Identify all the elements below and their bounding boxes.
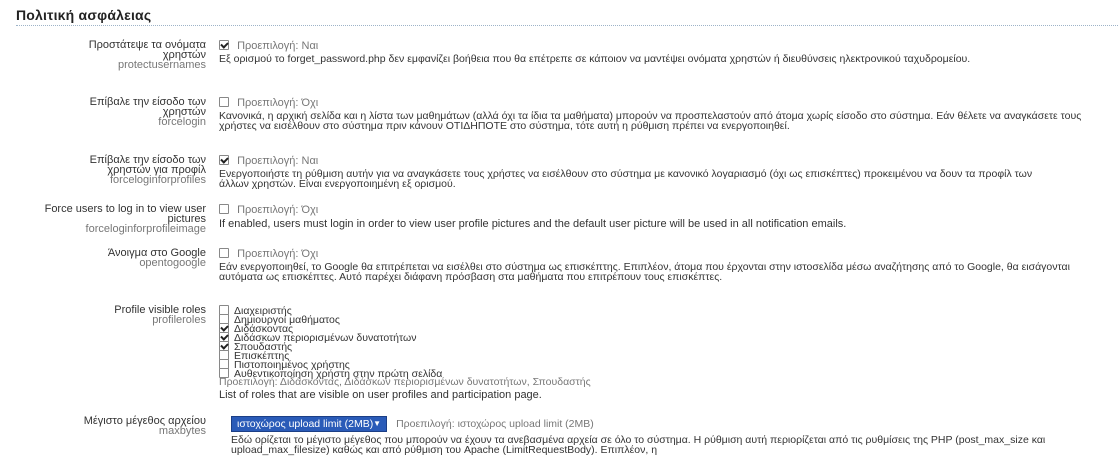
setting-title: Force users to log in to view user pictu… <box>44 203 206 225</box>
default-value: Προεπιλογή: Όχι <box>237 248 319 260</box>
default-value: Προεπιλογή: Όχι <box>237 97 319 109</box>
setting-label: Profile visible roles profileroles <box>0 305 206 326</box>
setting-label: Μέγιστο μέγεθος αρχείου maxbytes <box>0 416 206 437</box>
setting-system-name: opentogoogle <box>139 257 206 269</box>
setting-description: List of roles that are visible on user p… <box>219 389 542 401</box>
role-option[interactable]: Επισκέπτης <box>219 350 1112 361</box>
setting-description: If enabled, users must login in order to… <box>219 218 847 230</box>
setting-label: Επίβαλε την είσοδο των χρηστών για προφί… <box>0 154 206 186</box>
setting-label: Προστάτεψε τα ονόματα χρηστών protectuse… <box>0 39 206 71</box>
setting-system-name: forcelogin <box>158 116 206 128</box>
dropdown-arrow-icon: ▼ <box>373 419 381 428</box>
role-option[interactable]: Διδάσκων περιορισμένων δυνατοτήτων <box>219 332 1112 343</box>
forceloginforprofileimage-checkbox[interactable] <box>219 204 229 214</box>
role-option[interactable]: Δημιουργοί μαθήματος <box>219 314 1112 325</box>
default-value: Προεπιλογή: Διδάσκοντας, Διδάσκων περιορ… <box>219 376 591 388</box>
role-checkbox[interactable] <box>219 368 229 378</box>
default-value: Προεπιλογή: Ναι <box>237 40 319 52</box>
setting-system-name: maxbytes <box>158 425 206 437</box>
setting-description: Εδώ ορίζεται το μέγιστο μέγεθος που μπορ… <box>231 434 1046 456</box>
default-value: Προεπιλογή: Ναι <box>237 155 319 167</box>
setting-description: Ενεργοποιήστε τη ρύθμιση αυτήν για να αν… <box>219 168 1033 190</box>
setting-title: Προστάτεψε τα ονόματα χρηστών <box>88 39 206 61</box>
setting-description: Εξ ορισμού το forget_password.php δεν εμ… <box>219 53 971 65</box>
role-option[interactable]: Πιστοποιημένος χρήστης <box>219 359 1112 370</box>
forceloginforprofiles-checkbox[interactable] <box>219 155 229 165</box>
forcelogin-checkbox[interactable] <box>219 97 229 107</box>
title-divider <box>16 25 1118 26</box>
maxbytes-select[interactable]: ιστοχώρος upload limit (2MB) ▼ <box>231 416 387 432</box>
selected-value: ιστοχώρος upload limit (2MB) <box>237 418 374 430</box>
default-value: Προεπιλογή: Όχι <box>237 204 319 216</box>
page-title: Πολιτική ασφάλειας <box>16 7 152 23</box>
setting-label: Άνοιγμα στο Google opentogoogle <box>0 248 206 269</box>
setting-description: Εάν ενεργοποιηθεί, το Google θα επιτρέπε… <box>219 261 1070 283</box>
role-option[interactable]: Διαχειριστής <box>219 305 1112 316</box>
setting-system-name: protectusernames <box>117 59 206 71</box>
setting-label: Επίβαλε την είσοδο των χρηστών forcelogi… <box>0 96 206 128</box>
role-option[interactable]: Διδάσκοντας <box>219 323 1112 334</box>
setting-label: Force users to log in to view user pictu… <box>0 203 206 235</box>
setting-description: Κανονικά, η αρχική σελίδα και η λίστα τω… <box>219 110 1082 132</box>
setting-system-name: forceloginforprofileimage <box>85 223 206 235</box>
setting-system-name: forceloginforprofiles <box>110 174 206 186</box>
opentogoogle-checkbox[interactable] <box>219 248 229 258</box>
setting-title: Επίβαλε την είσοδο των χρηστών <box>89 96 206 118</box>
setting-title: Επίβαλε την είσοδο των χρηστών για προφί… <box>89 154 206 176</box>
default-value: Προεπιλογή: ιστοχώρος upload limit (2MB) <box>396 417 594 430</box>
setting-system-name: profileroles <box>152 314 206 326</box>
protectusernames-checkbox[interactable] <box>219 40 229 50</box>
